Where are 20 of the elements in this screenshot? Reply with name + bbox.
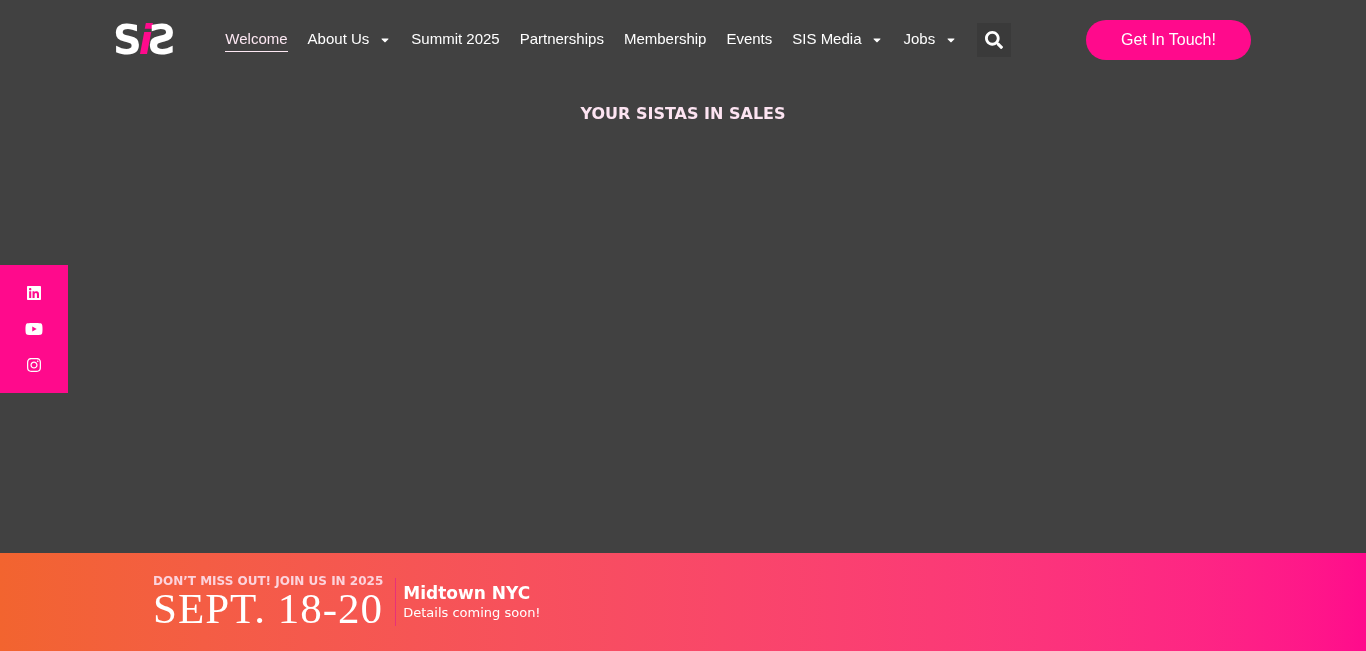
nav-link[interactable]: About Us [307,28,392,52]
logo[interactable]: SiS [113,20,176,60]
nav-link[interactable]: SIS Media [792,28,884,52]
nav-link[interactable]: Membership [623,28,707,52]
linkedin-icon[interactable] [26,285,42,301]
nav-link[interactable]: Welcome [225,27,288,53]
search-button[interactable] [977,23,1012,57]
nav-link[interactable]: Events [726,28,773,52]
instagram-icon[interactable] [26,357,42,373]
hero-title: YOUR SISTAS IN SALES [580,103,786,125]
banner-dates: SEPT. 18-20 [153,589,384,629]
get-in-touch-button[interactable]: Get In Touch! [1086,20,1251,60]
youtube-icon[interactable] [25,321,43,337]
nav-link[interactable]: Summit 2025 [411,28,500,52]
banner-location: Midtown NYC [403,583,532,605]
nav-link[interactable]: Jobs [903,28,958,52]
nav-link[interactable]: Partnerships [519,28,604,52]
banner-note: Details coming soon! [403,604,541,621]
search-icon [985,31,1004,49]
banner-eyebrow: DON’T MISS OUT! JOIN US IN 2025 [153,575,384,587]
